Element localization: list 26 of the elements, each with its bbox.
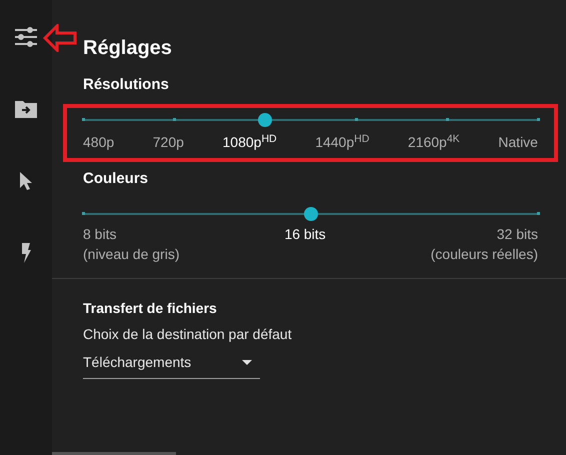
resolution-label[interactable]: 1440p$^{HD}$ [315, 132, 370, 152]
color-depth-label[interactable]: 32 bits (couleurs réelles) [430, 224, 538, 264]
resolution-label[interactable]: 480p [83, 132, 114, 152]
field-label: Choix de la destination par défaut [83, 325, 293, 343]
pointer-icon[interactable] [19, 171, 33, 191]
arrow-annotation [43, 24, 77, 52]
section-heading: Transfert de fichiers [83, 299, 218, 317]
destination-dropdown[interactable]: Téléchargements [83, 352, 260, 379]
page-title: Réglages [83, 36, 173, 60]
folder-arrow-icon[interactable] [14, 99, 38, 119]
resolution-label[interactable]: 2160p$^{4K}$ [408, 132, 460, 152]
color-depth-label[interactable]: 16 bits [284, 224, 326, 264]
slider-thumb[interactable] [258, 113, 272, 127]
resolution-label[interactable]: Native [498, 132, 538, 152]
sliders-icon[interactable] [14, 27, 38, 47]
slider-thumb[interactable] [304, 207, 318, 221]
scrollbar-thumb[interactable] [52, 452, 176, 455]
caret-icon [242, 360, 252, 365]
slider-track[interactable] [83, 112, 538, 128]
section-heading: Résolutions [83, 76, 170, 94]
resolution-label[interactable]: 1080p$^{HD}$ [222, 132, 277, 152]
resolution-label[interactable]: 720p [152, 132, 184, 152]
bolt-icon[interactable] [20, 242, 32, 264]
slider-track[interactable] [83, 206, 538, 222]
section-heading: Couleurs [83, 170, 150, 188]
color-depth-label[interactable]: 8 bits (niveau de gris) [83, 224, 180, 264]
